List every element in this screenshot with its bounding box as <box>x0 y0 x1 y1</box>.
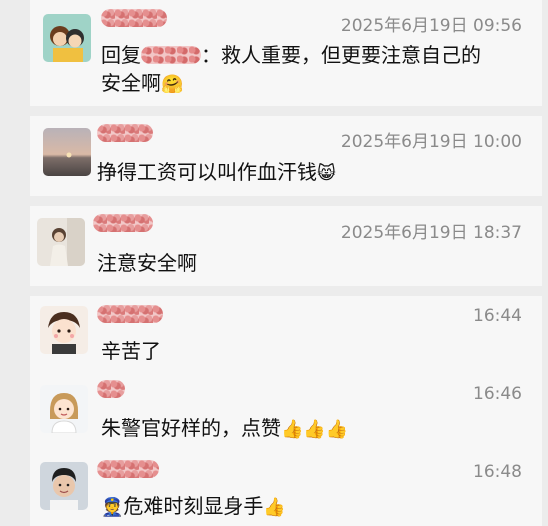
commenter-name-masked <box>97 305 163 323</box>
reply-prefix: 回复 <box>101 43 141 67</box>
avatar-image <box>40 462 88 510</box>
avatar-image <box>40 385 88 433</box>
comment-text: 回复 ：救人重要，但更要注意自己的 安全啊🤗 <box>101 43 481 95</box>
commenter-name-masked <box>93 214 153 232</box>
commenter-name-masked <box>97 380 125 398</box>
commenter-name-masked <box>97 460 159 478</box>
avatar[interactable] <box>40 385 88 433</box>
reply-target-masked[interactable] <box>141 46 201 64</box>
thumbs-up-icon: 👍👍👍 <box>281 419 349 440</box>
comment-timestamp: 16:46 <box>473 384 522 404</box>
avatar[interactable] <box>37 218 85 266</box>
avatar[interactable] <box>43 128 91 176</box>
avatar-image <box>43 14 91 62</box>
comment-timestamp: 2025年6月19日 10:00 <box>340 132 522 152</box>
avatar[interactable] <box>43 14 91 62</box>
comment-timestamp: 2025年6月19日 09:56 <box>340 16 522 36</box>
comment-timestamp: 2025年6月19日 18:37 <box>340 223 522 243</box>
comment-timestamp: 16:48 <box>473 462 522 482</box>
avatar[interactable] <box>40 462 88 510</box>
hug-emoji-icon: 🤗 <box>161 74 184 95</box>
comment-text: 👮危难时刻显身手👍 <box>101 494 286 518</box>
avatar-image <box>43 128 91 176</box>
comment-text: 朱警官好样的，点赞👍👍👍 <box>101 416 349 440</box>
comment-text: 注意安全啊 <box>97 251 197 275</box>
comment-timestamp: 16:44 <box>473 306 522 326</box>
commenter-name-masked <box>97 124 153 142</box>
thumbs-up-icon: 👍 <box>263 497 286 518</box>
police-officer-icon: 👮 <box>101 497 124 518</box>
avatar-image <box>37 218 85 266</box>
comment-text: 挣得工资可以叫作血汗钱😸 <box>97 160 336 184</box>
comment-text: 辛苦了 <box>101 339 161 363</box>
avatar-image <box>40 306 88 354</box>
commenter-name-masked <box>101 9 167 27</box>
cat-emoji-icon: 😸 <box>317 163 336 184</box>
avatar[interactable] <box>40 306 88 354</box>
